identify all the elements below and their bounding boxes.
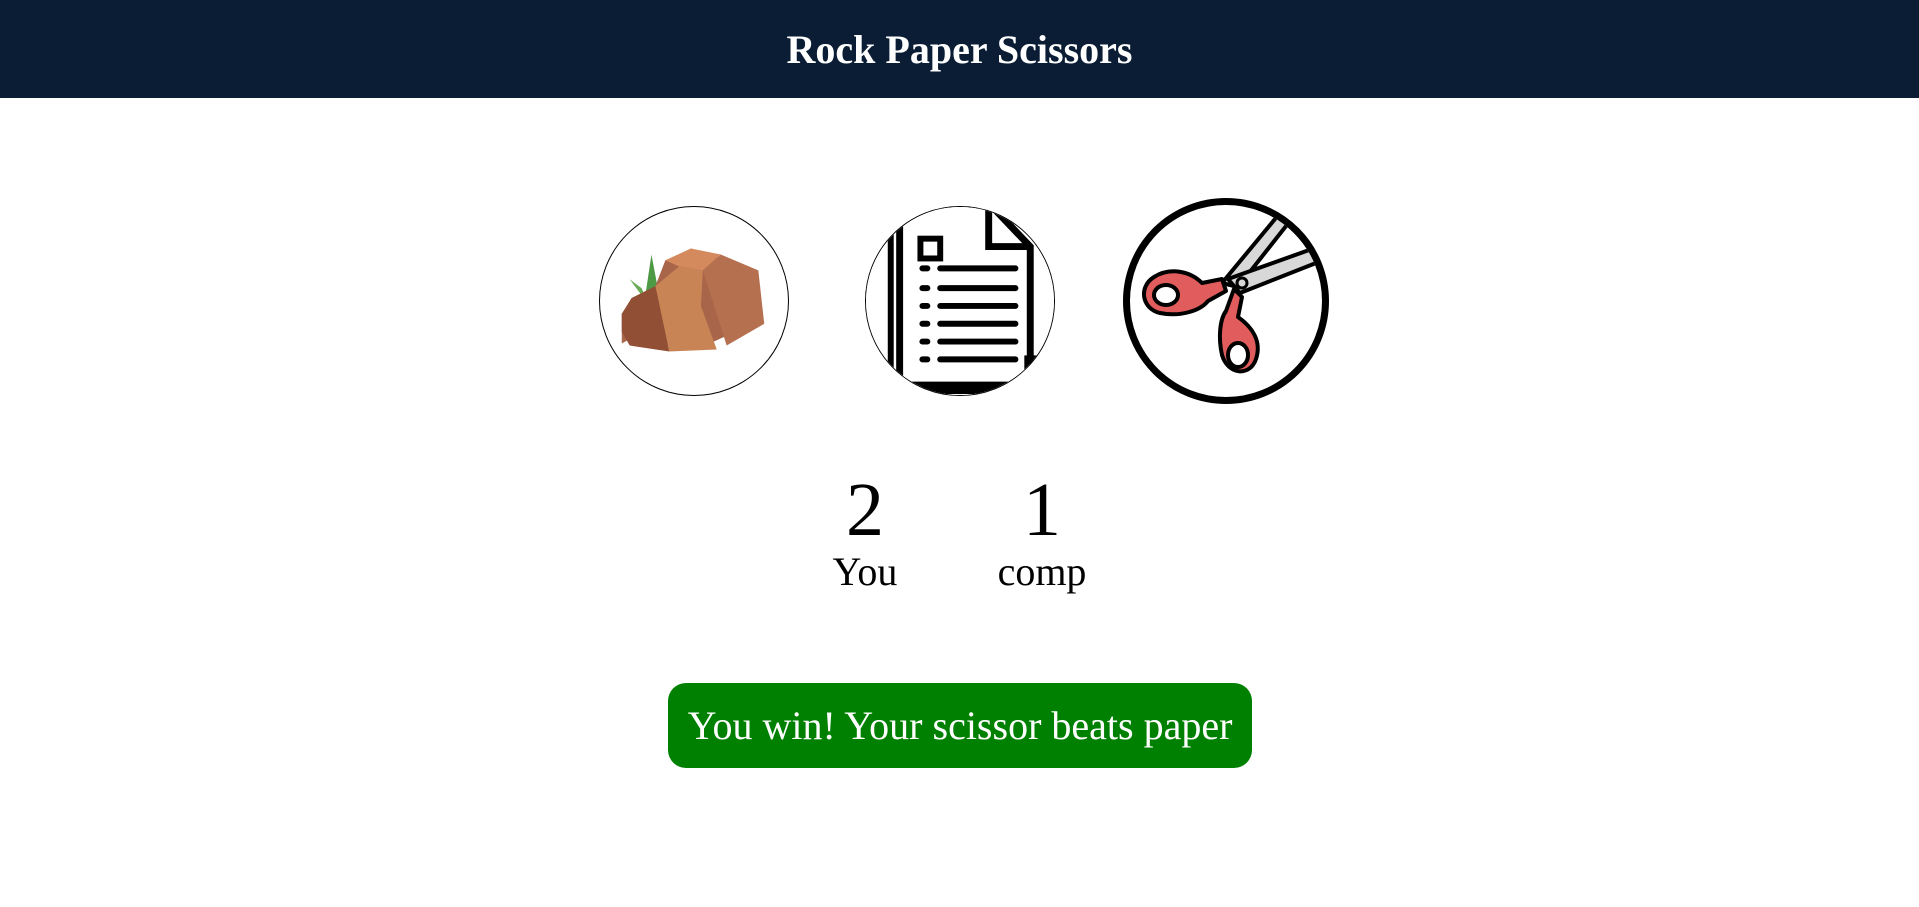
paper-document-icon [866,207,1054,395]
user-score-panel: 2 You [795,470,935,594]
paper-choice-button[interactable] [865,206,1055,396]
rock-choice-button[interactable] [599,206,789,396]
scissors-icon [1142,211,1318,374]
user-score-value: 2 [846,468,884,552]
rock-icon [621,248,765,352]
result-message: You win! Your scissor beats paper [668,683,1252,768]
comp-score-label: comp [997,549,1087,594]
page-title: Rock Paper Scissors [786,26,1133,72]
user-score-label: You [832,549,898,594]
comp-score-panel: 1 comp [972,470,1112,594]
comp-score-value: 1 [1023,468,1061,552]
app-header: Rock Paper Scissors [0,0,1919,98]
scissors-choice-button[interactable] [1123,198,1329,404]
